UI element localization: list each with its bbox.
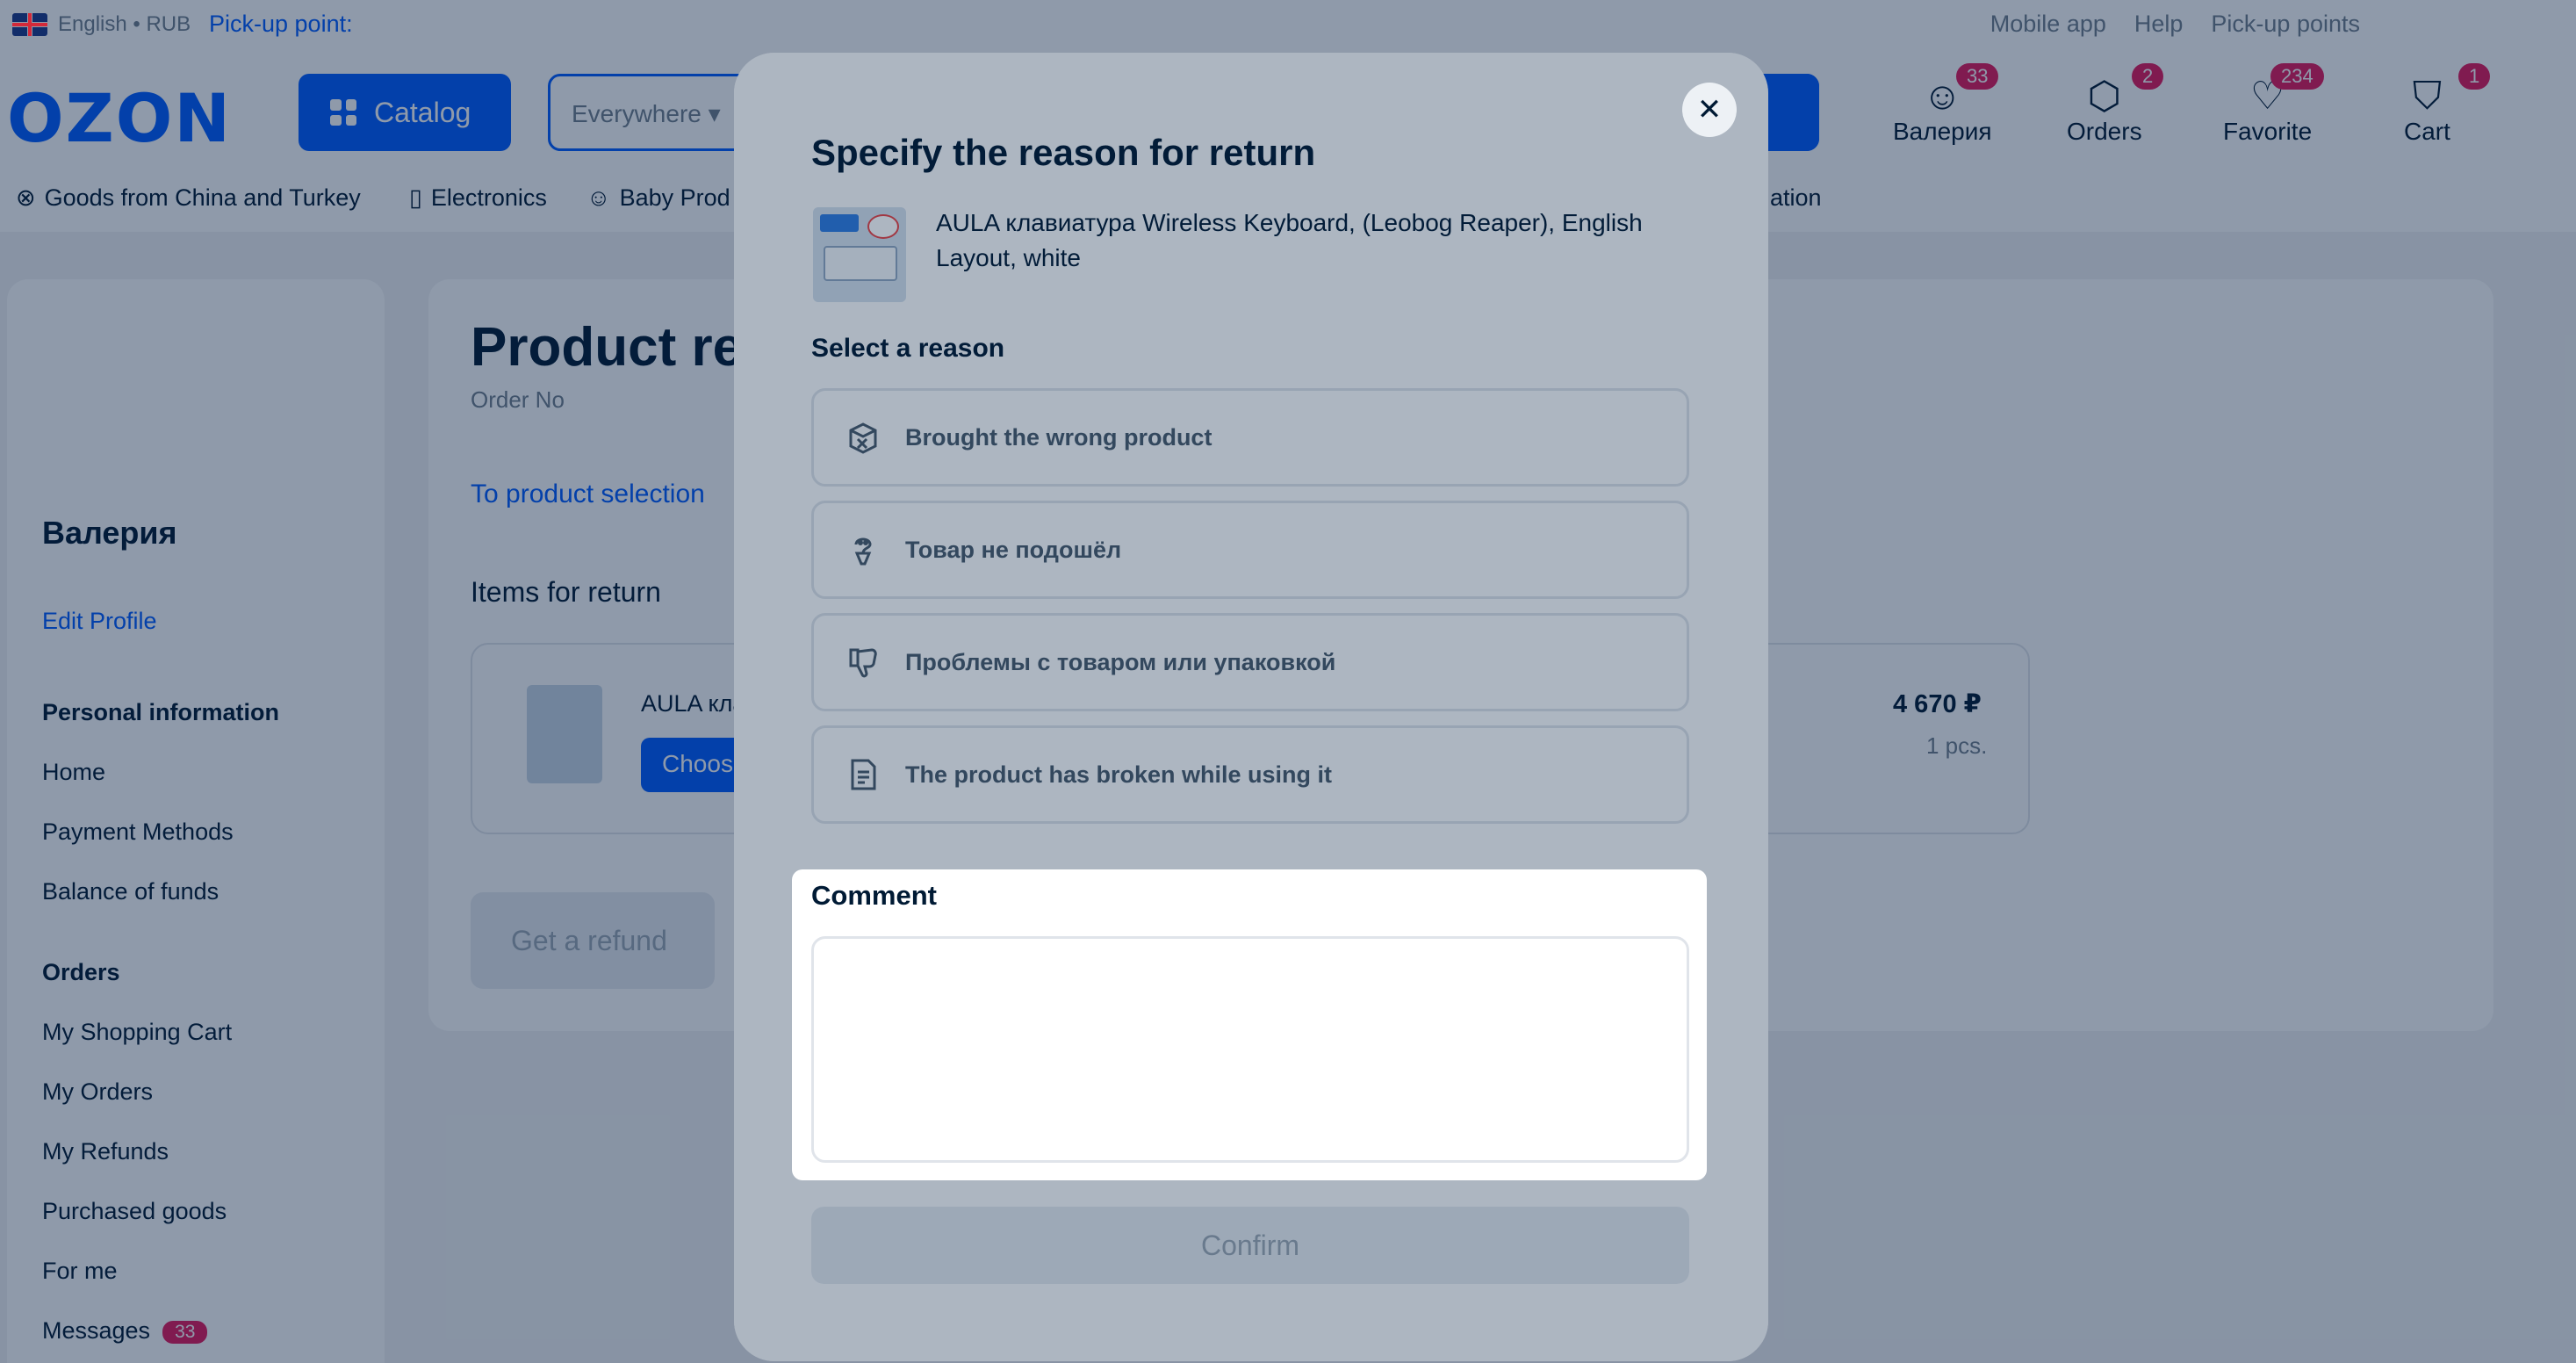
comment-textarea[interactable] (811, 936, 1689, 1163)
close-icon: ✕ (1696, 93, 1723, 126)
close-modal-button[interactable]: ✕ (1682, 83, 1737, 137)
comment-label: Comment (811, 880, 937, 911)
confirm-button[interactable]: Confirm (811, 1207, 1689, 1284)
